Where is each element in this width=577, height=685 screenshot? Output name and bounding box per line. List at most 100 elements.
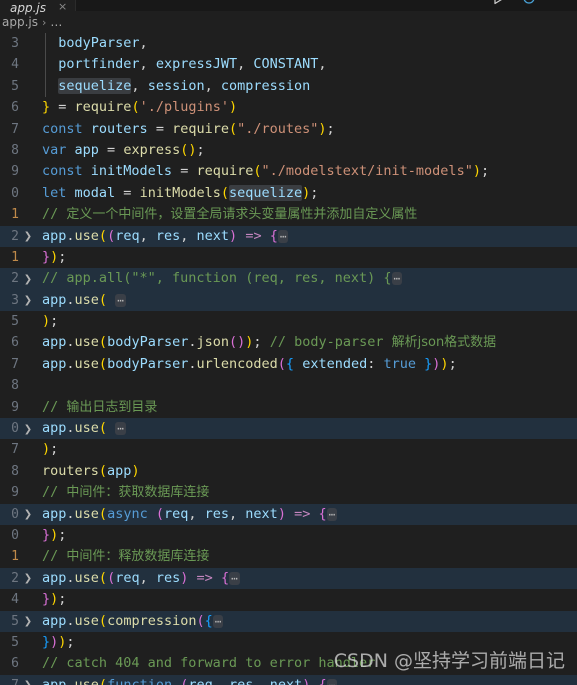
code-line-text: );: [36, 311, 577, 332]
code-token: {: [269, 227, 278, 244]
code-token: ,: [318, 56, 327, 73]
fold-collapsed-icon[interactable]: [20, 225, 36, 247]
line-number: 5: [11, 78, 19, 94]
fold-collapsed-icon[interactable]: [20, 567, 36, 589]
code-token: (: [107, 227, 116, 244]
line-number: 4: [11, 592, 19, 608]
code-line[interactable]: 7app.use(function (req, res, next) {⋯: [0, 674, 577, 685]
code-token: let: [42, 184, 67, 201]
line-number: 9: [11, 164, 19, 180]
fold-collapsed-icon[interactable]: [20, 610, 36, 632]
code-line[interactable]: 3 app.use( ⋯: [0, 289, 577, 312]
code-token: res: [229, 676, 254, 685]
code-line[interactable]: 0 let modal = initModels(sequelize);: [0, 183, 577, 204]
code-token: ;: [50, 313, 59, 330]
code-editor-content[interactable]: 3 bodyParser, 4 portfinder, expressJWT, C…: [0, 33, 577, 685]
code-line-text: // catch 404 and forward to error handle…: [36, 653, 577, 674]
code-line-text: // 定义一个中间件，设置全局请求头变量属性并添加自定义属性: [36, 204, 577, 225]
code-line[interactable]: 9 // 输出日志到目录: [0, 397, 577, 418]
fold-collapsed-icon[interactable]: [20, 268, 36, 290]
code-token: =: [115, 184, 140, 201]
code-line[interactable]: 4});: [0, 589, 577, 610]
code-line[interactable]: 0});: [0, 525, 577, 546]
code-line[interactable]: 2 // app.all("*", function (req, res, nex…: [0, 268, 577, 290]
code-line-text: );: [36, 439, 577, 460]
line-number: 7: [11, 442, 19, 458]
fold-collapsed-icon[interactable]: [20, 289, 36, 311]
debug-restart-icon[interactable]: [521, 0, 537, 6]
code-line[interactable]: 6 } = require('./plugins'): [0, 97, 577, 118]
code-line[interactable]: 5}));: [0, 632, 577, 653]
code-line-text: // 中间件：释放数据库连接: [36, 546, 577, 567]
line-number: 8: [11, 463, 19, 479]
code-token: req: [115, 569, 140, 586]
code-line[interactable]: 7);: [0, 439, 577, 460]
code-line[interactable]: 1 // 中间件：释放数据库连接: [0, 546, 577, 567]
code-token: (: [98, 612, 108, 629]
code-token: bodyParser: [107, 355, 189, 372]
fold-collapsed-icon[interactable]: [20, 674, 36, 685]
code-line[interactable]: 5 sequelize, session, compression: [0, 76, 577, 97]
code-token: (: [107, 569, 116, 586]
code-line[interactable]: 6 // catch 404 and forward to error handl…: [0, 653, 577, 674]
breadcrumb-symbol-dots[interactable]: …: [50, 15, 63, 29]
code-token: (: [98, 334, 108, 351]
code-line-text: var app = express();: [36, 140, 577, 161]
code-line[interactable]: 4 portfinder, expressJWT, CONSTANT,: [0, 54, 577, 75]
code-line-text: let modal = initModels(sequelize);: [36, 183, 577, 204]
code-token: ,: [139, 227, 156, 244]
code-line[interactable]: 9 const initModels = require("./modelstex…: [0, 161, 577, 182]
code-line[interactable]: 1});: [0, 247, 577, 268]
code-line-text: const initModels = require("./modelstext…: [36, 161, 577, 182]
code-line[interactable]: 2app.use((req, res, next) => {⋯: [0, 225, 577, 247]
line-number: 0: [11, 506, 19, 522]
code-line-text: } = require('./plugins'): [36, 97, 577, 118]
code-token: }: [42, 591, 51, 608]
code-line[interactable]: 8 routers(app): [0, 461, 577, 482]
code-line[interactable]: 8 var app = express();: [0, 140, 577, 161]
more-actions-icon[interactable]: [551, 0, 567, 6]
code-token: app: [42, 612, 67, 629]
code-line[interactable]: 2 app.use((req, res) => {⋯: [0, 567, 577, 590]
code-line[interactable]: 5app.use(compression({⋯: [0, 610, 577, 632]
code-line[interactable]: 7 app.use(bodyParser.urlencoded({ extende…: [0, 354, 577, 375]
code-line[interactable]: 8: [0, 375, 577, 396]
code-line[interactable]: 7 const routers = require("./routes");: [0, 119, 577, 140]
code-line-text: sequelize, session, compression: [36, 76, 577, 97]
code-line[interactable]: 6 app.use(bodyParser.json()); // body-par…: [0, 332, 577, 353]
code-token: =: [50, 99, 75, 116]
code-line[interactable]: 5);: [0, 311, 577, 332]
code-token: }: [42, 99, 51, 116]
code-token: ,: [204, 77, 221, 94]
code-token: (: [155, 505, 164, 522]
code-line[interactable]: 0 app.use( ⋯: [0, 418, 577, 440]
line-number: 6: [11, 100, 19, 116]
code-token: // catch 404 and forward to error handle…: [42, 655, 376, 672]
code-token: session: [147, 77, 205, 94]
code-token: ): [472, 163, 481, 180]
code-token: use: [74, 612, 99, 629]
run-icon[interactable]: [491, 0, 507, 6]
code-token: (: [253, 163, 262, 180]
code-line[interactable]: 0app.use(async (req, res, next) => {⋯: [0, 503, 577, 525]
breadcrumb-file[interactable]: app.js: [2, 15, 38, 29]
code-token: const: [42, 163, 83, 180]
code-line-text: app.use(bodyParser.json()); // body-pars…: [36, 332, 577, 353]
editor-tab-app-js[interactable]: app.js ×: [0, 0, 77, 14]
code-line[interactable]: 1 // 定义一个中间件，设置全局请求头变量属性并添加自定义属性: [0, 204, 577, 225]
code-token: app: [42, 676, 67, 685]
code-token: use: [74, 505, 99, 522]
code-line[interactable]: 3 bodyParser,: [0, 33, 577, 54]
close-icon[interactable]: ×: [58, 0, 67, 13]
code-line[interactable]: 9 // 中间件：获取数据库连接: [0, 482, 577, 503]
code-token: //: [42, 206, 67, 223]
code-token: ): [228, 99, 238, 116]
fold-collapsed-icon[interactable]: [20, 503, 36, 525]
code-token: ⋯: [326, 507, 338, 521]
code-token: {: [220, 569, 230, 586]
code-token: CONSTANT: [253, 56, 319, 73]
fold-collapsed-icon[interactable]: [20, 418, 36, 440]
